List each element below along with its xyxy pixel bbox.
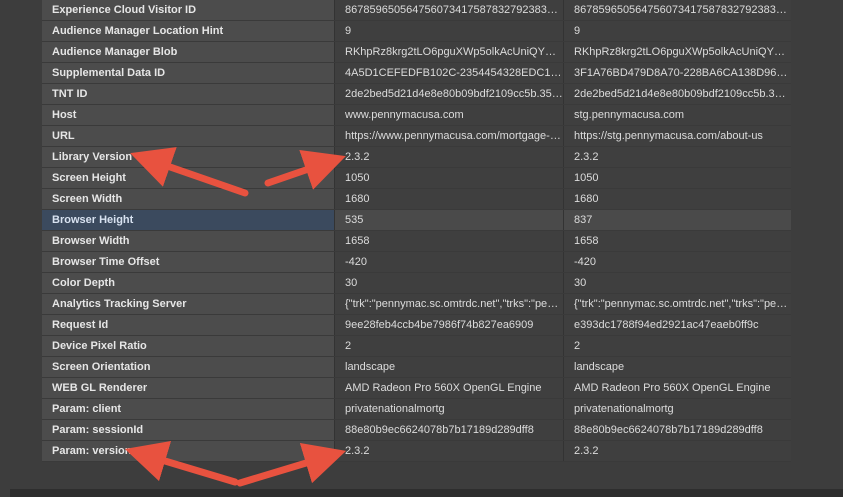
value-column-1: {"trk":"pennymac.sc.omtrdc.net","trks":"… xyxy=(334,294,563,314)
value-column-1: 2.3.2 xyxy=(334,147,563,167)
table-row[interactable]: Experience Cloud Visitor ID 8678596505647… xyxy=(42,0,791,21)
value-column-1: 1680 xyxy=(334,189,563,209)
table-row[interactable]: Screen Height 1050 1050 xyxy=(42,168,791,189)
value-column-2: 86785965056475607341758783279238332897 xyxy=(563,0,791,20)
table-row[interactable]: Screen Orientation landscape landscape xyxy=(42,357,791,378)
value-column-2: landscape xyxy=(563,357,791,377)
value-column-2: 1050 xyxy=(563,168,791,188)
value-column-2: e393dc1788f94ed2921ac47eaeb0ff9c xyxy=(563,315,791,335)
value-column-2: 88e80b9ec6624078b7b17189d289dff8 xyxy=(563,420,791,440)
row-label: Library Version xyxy=(42,147,334,167)
value-column-2: privatenationalmortg xyxy=(563,399,791,419)
row-label: Experience Cloud Visitor ID xyxy=(42,0,334,20)
row-label: WEB GL Renderer xyxy=(42,378,334,398)
value-column-2: 9 xyxy=(563,21,791,41)
value-column-1: 1050 xyxy=(334,168,563,188)
row-label: Device Pixel Ratio xyxy=(42,336,334,356)
value-column-1: landscape xyxy=(334,357,563,377)
value-column-2: 30 xyxy=(563,273,791,293)
value-column-1: 2de2bed5d21d4e8e80b09bdf2109cc5b.35_0 xyxy=(334,84,563,104)
row-label: Browser Width xyxy=(42,231,334,251)
value-column-1: AMD Radeon Pro 560X OpenGL Engine xyxy=(334,378,563,398)
value-column-1: 2.3.2 xyxy=(334,441,563,461)
table-row[interactable]: Device Pixel Ratio 2 2 xyxy=(42,336,791,357)
value-column-2: 837 xyxy=(563,210,791,230)
table-row[interactable]: TNT ID 2de2bed5d21d4e8e80b09bdf2109cc5b.3… xyxy=(42,84,791,105)
value-column-2: 1680 xyxy=(563,189,791,209)
row-label: Screen Height xyxy=(42,168,334,188)
table-row[interactable]: WEB GL Renderer AMD Radeon Pro 560X OpenG… xyxy=(42,378,791,399)
value-column-1: privatenationalmortg xyxy=(334,399,563,419)
comparison-table: Experience Cloud Visitor ID 8678596505647… xyxy=(42,0,791,462)
value-column-2: RKhpRz8krg2tLO6pguXWp5olkAcUniQYPHa... xyxy=(563,42,791,62)
table-row[interactable]: Color Depth 30 30 xyxy=(42,273,791,294)
value-column-2: 2de2bed5d21d4e8e80b09bdf2109cc5b.35_0 xyxy=(563,84,791,104)
value-column-1: 88e80b9ec6624078b7b17189d289dff8 xyxy=(334,420,563,440)
row-label: Request Id xyxy=(42,315,334,335)
row-label: Audience Manager Location Hint xyxy=(42,21,334,41)
value-column-2: 2.3.2 xyxy=(563,441,791,461)
table-row[interactable]: Supplemental Data ID 4A5D1CEFEDFB102C-235… xyxy=(42,63,791,84)
value-column-1: 86785965056475607341758783279238332897 xyxy=(334,0,563,20)
value-column-1: 535 xyxy=(334,210,563,230)
value-column-2: -420 xyxy=(563,252,791,272)
value-column-1: 4A5D1CEFEDFB102C-2354454328EDC1DB xyxy=(334,63,563,83)
value-column-1: 2 xyxy=(334,336,563,356)
row-label: Param: sessionId xyxy=(42,420,334,440)
row-label: Color Depth xyxy=(42,273,334,293)
row-label: Analytics Tracking Server xyxy=(42,294,334,314)
value-column-1: https://www.pennymacusa.com/mortgage-c..… xyxy=(334,126,563,146)
row-label: URL xyxy=(42,126,334,146)
value-column-2: 1658 xyxy=(563,231,791,251)
table-row[interactable]: Audience Manager Location Hint 9 9 xyxy=(42,21,791,42)
row-label: Param: version xyxy=(42,441,334,461)
table-row[interactable]: Browser Height 535 837 xyxy=(42,210,791,231)
value-column-1: RKhpRz8krg2tLO6pguXWp5olkAcUniQYPHa... xyxy=(334,42,563,62)
value-column-2: https://stg.pennymacusa.com/about-us xyxy=(563,126,791,146)
value-column-1: 1658 xyxy=(334,231,563,251)
row-label: Browser Height xyxy=(42,210,334,230)
value-column-2: AMD Radeon Pro 560X OpenGL Engine xyxy=(563,378,791,398)
bottom-scrollbar[interactable] xyxy=(10,489,843,497)
table-row[interactable]: Analytics Tracking Server {"trk":"pennyma… xyxy=(42,294,791,315)
table-row[interactable]: Param: client privatenationalmortg private… xyxy=(42,399,791,420)
value-column-2: 3F1A76BD479D8A70-228BA6CA138D96CD xyxy=(563,63,791,83)
row-label: Host xyxy=(42,105,334,125)
table-row[interactable]: Screen Width 1680 1680 xyxy=(42,189,791,210)
table-row[interactable]: Request Id 9ee28feb4ccb4be7986f74b827ea69… xyxy=(42,315,791,336)
value-column-1: 9 xyxy=(334,21,563,41)
row-label: Supplemental Data ID xyxy=(42,63,334,83)
value-column-1: 9ee28feb4ccb4be7986f74b827ea6909 xyxy=(334,315,563,335)
table-row[interactable]: Audience Manager Blob RKhpRz8krg2tLO6pguX… xyxy=(42,42,791,63)
value-column-1: www.pennymacusa.com xyxy=(334,105,563,125)
value-column-1: 30 xyxy=(334,273,563,293)
value-column-2: {"trk":"pennymac.sc.omtrdc.net","trks":"… xyxy=(563,294,791,314)
row-label: Browser Time Offset xyxy=(42,252,334,272)
table-row[interactable]: Param: version 2.3.2 2.3.2 xyxy=(42,441,791,462)
value-column-2: 2.3.2 xyxy=(563,147,791,167)
table-row[interactable]: Browser Time Offset -420 -420 xyxy=(42,252,791,273)
row-label: Param: client xyxy=(42,399,334,419)
table-row[interactable]: URL https://www.pennymacusa.com/mortgage-… xyxy=(42,126,791,147)
comparison-page: Experience Cloud Visitor ID 8678596505647… xyxy=(0,0,843,497)
row-label: Audience Manager Blob xyxy=(42,42,334,62)
table-row[interactable]: Host www.pennymacusa.com stg.pennymacusa.c… xyxy=(42,105,791,126)
table-row[interactable]: Library Version 2.3.2 2.3.2 xyxy=(42,147,791,168)
table-row[interactable]: Param: sessionId 88e80b9ec6624078b7b17189… xyxy=(42,420,791,441)
row-label: Screen Orientation xyxy=(42,357,334,377)
value-column-1: -420 xyxy=(334,252,563,272)
row-label: Screen Width xyxy=(42,189,334,209)
value-column-2: stg.pennymacusa.com xyxy=(563,105,791,125)
value-column-2: 2 xyxy=(563,336,791,356)
row-label: TNT ID xyxy=(42,84,334,104)
table-row[interactable]: Browser Width 1658 1658 xyxy=(42,231,791,252)
